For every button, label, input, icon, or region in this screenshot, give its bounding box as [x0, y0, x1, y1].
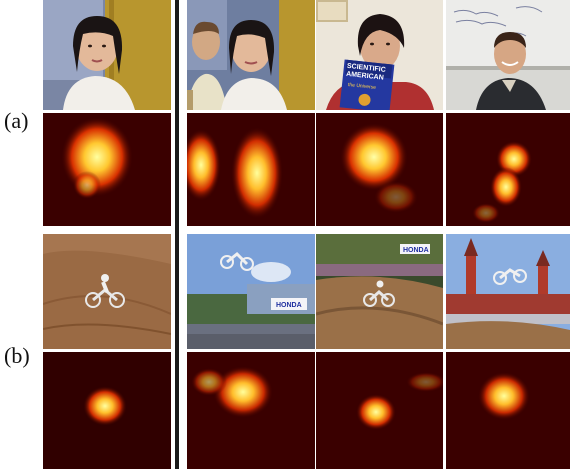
panel-label-a: (a): [4, 108, 29, 133]
banner-honda-2: HONDA: [403, 247, 429, 254]
panel-label-b: (b): [4, 343, 30, 368]
vertical-divider: [175, 0, 179, 469]
heatmap-b1: [43, 352, 171, 469]
frame-a1-woman: [43, 0, 171, 110]
heatmap-a2: [187, 113, 315, 226]
heatmap-b4: [446, 352, 570, 469]
frame-b4-motocross-kremlin: [446, 234, 570, 349]
heatmap-b2: [187, 352, 315, 469]
heatmap-a1: [43, 113, 171, 226]
heatmap-a4: [446, 113, 570, 226]
frame-b3-motocross-track: HONDA: [316, 234, 443, 349]
frame-b1-motocross-dirt: [43, 234, 171, 349]
banner-honda-1: HONDA: [276, 302, 302, 309]
heatmap-b3: [316, 352, 443, 469]
frame-a3-woman-magazine: SCIENTIFIC AMERICAN the Universe: [316, 0, 443, 110]
frame-b2-motocross-jump: HONDA: [187, 234, 315, 349]
frame-a4-smiling-man: [446, 0, 570, 110]
heatmap-a3: [316, 113, 443, 226]
frame-a2-two-people: [187, 0, 315, 110]
